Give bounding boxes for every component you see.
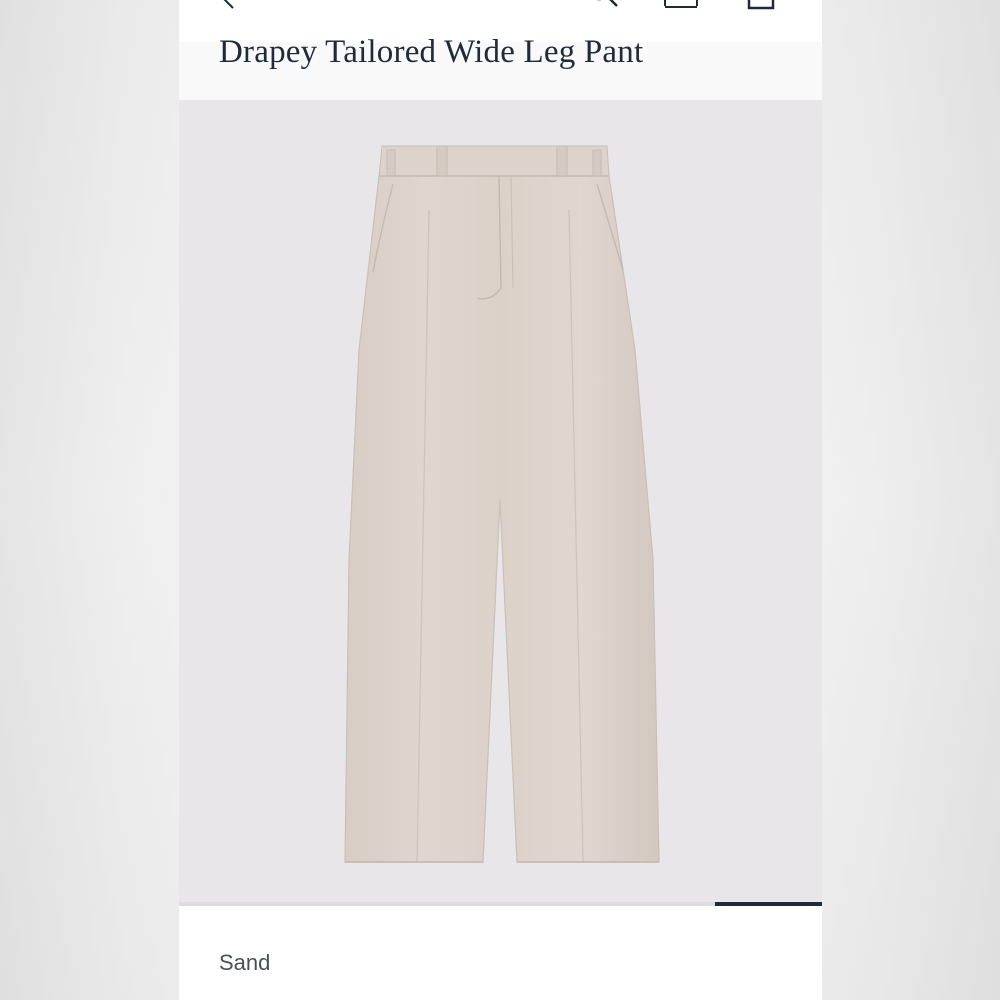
background-blur-left: [0, 0, 179, 1000]
search-icon[interactable]: [585, 0, 621, 10]
selected-color-label: Sand: [219, 950, 271, 975]
product-photo-pants: [344, 145, 660, 863]
title-strip: Drapey Tailored Wide Leg Pant: [179, 34, 822, 100]
product-image[interactable]: [179, 100, 822, 902]
bag-icon[interactable]: [746, 0, 776, 10]
account-icon[interactable]: [663, 0, 699, 10]
product-page: Drapey Tailored Wide Leg Pant Sand: [179, 0, 822, 1000]
product-title: Drapey Tailored Wide Leg Pant: [219, 34, 644, 70]
gallery-progress-track: [179, 902, 822, 906]
gallery-progress-fill: [714, 902, 822, 906]
background-blur-right: [821, 0, 1000, 1000]
back-icon[interactable]: [217, 0, 241, 10]
